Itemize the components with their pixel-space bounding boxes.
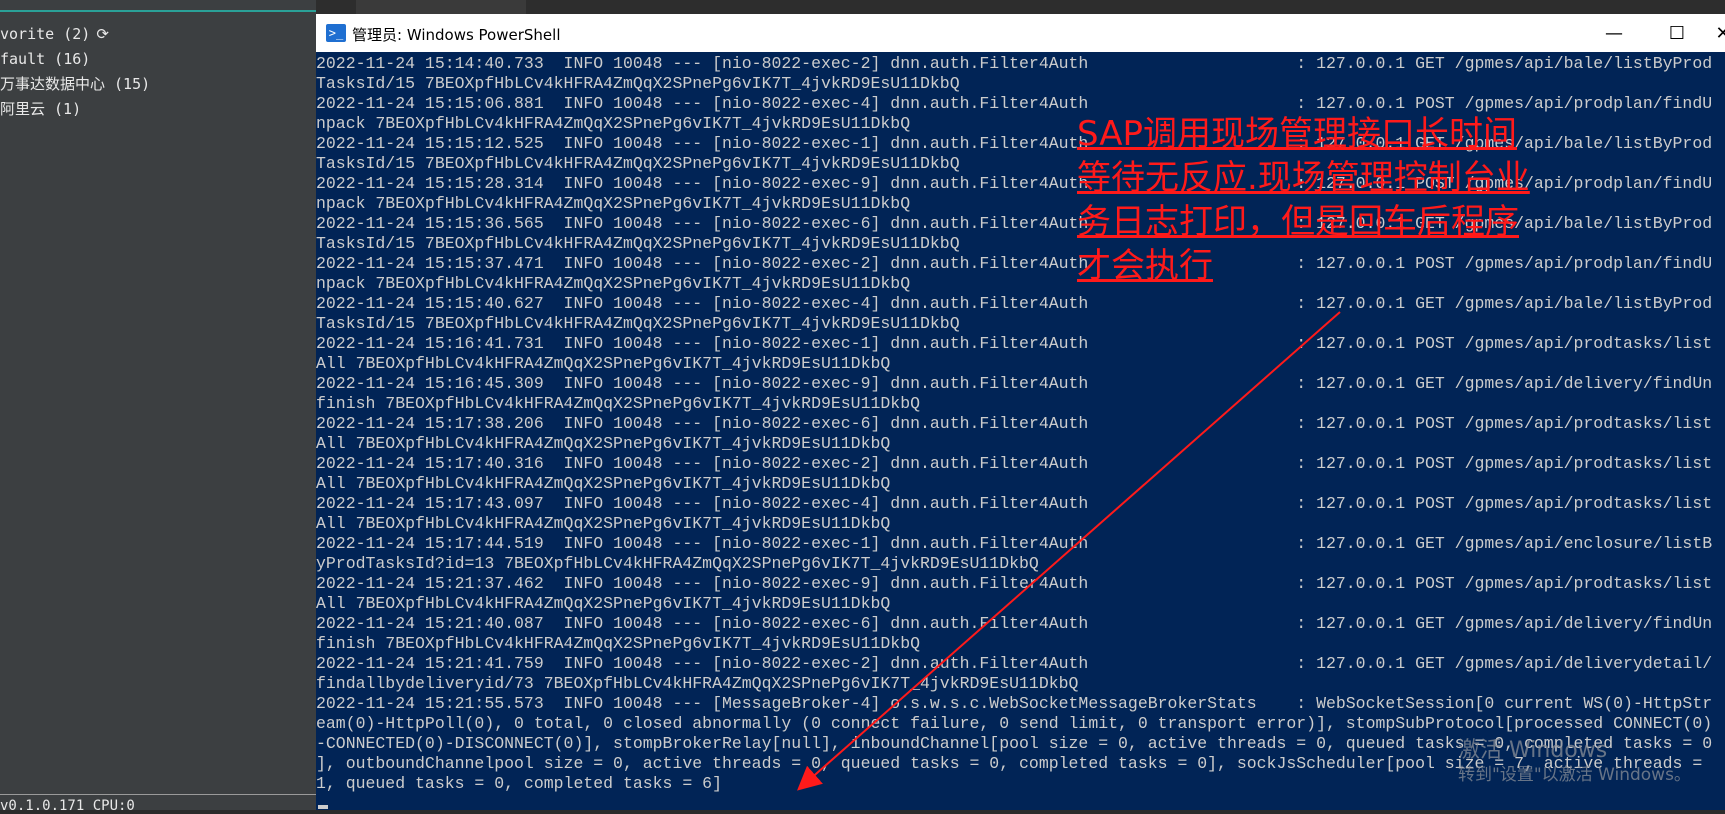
window-title: 管理员: Windows PowerShell xyxy=(352,26,561,44)
version-status: v0.1.0.171 CPU:0 xyxy=(0,798,135,814)
console-cursor xyxy=(318,805,328,809)
window-titlebar[interactable]: >_ 管理员: Windows PowerShell — ☐ ✕ xyxy=(316,14,1725,52)
console-line: TasksId/15 7BEOXpfHbLCv4kHFRA4ZmQqX2SPne… xyxy=(316,314,960,333)
sidebar-divider xyxy=(0,794,316,795)
sidebar-item-wanshida-datacenter[interactable]: 万事达数据中心 (15) xyxy=(0,72,150,97)
console-line: 2022-11-24 15:16:45.309 INFO 10048 --- [… xyxy=(316,374,1713,393)
console-line: 2022-11-24 15:16:41.731 INFO 10048 --- [… xyxy=(316,334,1713,353)
console-line: 2022-11-24 15:14:40.733 INFO 10048 --- [… xyxy=(316,54,1713,73)
sidebar-item-label: 万事达数据中心 (15) xyxy=(0,75,151,93)
maximize-button[interactable]: ☐ xyxy=(1649,14,1705,52)
console-line: All 7BEOXpfHbLCv4kHFRA4ZmQqX2SPnePg6vIK7… xyxy=(316,354,891,373)
sidebar-item-aliyun[interactable]: 阿里云 (1) xyxy=(0,97,150,122)
sidebar-item-label: vorite (2) xyxy=(0,25,91,43)
console-line: 2022-11-24 15:17:40.316 INFO 10048 --- [… xyxy=(316,454,1713,473)
red-annotation-text: SAP调用现场管理接口长时间等待无反应.现场管理控制台业务日志打印，但是回车后程… xyxy=(1077,114,1530,286)
sidebar-item-label: 阿里云 (1) xyxy=(0,100,82,118)
console-line: 2022-11-24 15:21:37.462 INFO 10048 --- [… xyxy=(316,574,1713,593)
connection-group-list: vorite (2) ⟳ fault (16) 万事达数据中心 (15) 阿里云 … xyxy=(0,22,150,122)
watermark-title: 激活 Windows xyxy=(1458,738,1608,763)
refresh-icon[interactable]: ⟳ xyxy=(96,22,109,47)
console-line: 2022-11-24 15:17:44.519 INFO 10048 --- [… xyxy=(316,534,1713,553)
sidebar-item-default[interactable]: fault (16) xyxy=(0,47,150,72)
console-line: findallbydeliveryid/73 7BEOXpfHbLCv4kHFR… xyxy=(316,674,1079,693)
console-line: eam(0)-HttpPoll(0), 0 total, 0 closed ab… xyxy=(316,714,1713,733)
console-line: All 7BEOXpfHbLCv4kHFRA4ZmQqX2SPnePg6vIK7… xyxy=(316,514,891,533)
background-app-strip xyxy=(316,0,1725,14)
console-line: 2022-11-24 15:15:06.881 INFO 10048 --- [… xyxy=(316,94,1713,113)
console-line: 2022-11-24 15:21:55.573 INFO 10048 --- [… xyxy=(316,694,1713,713)
close-button[interactable]: ✕ xyxy=(1708,14,1725,52)
background-tab[interactable] xyxy=(356,0,526,14)
console-line: 2022-11-24 15:21:41.759 INFO 10048 --- [… xyxy=(316,654,1713,673)
watermark-subtitle: 转到"设置"以激活 Windows。 xyxy=(1458,765,1691,785)
console-line: All 7BEOXpfHbLCv4kHFRA4ZmQqX2SPnePg6vIK7… xyxy=(316,594,891,613)
minimize-button[interactable]: — xyxy=(1586,14,1642,52)
sidebar-item-label: fault (16) xyxy=(0,50,91,68)
activate-windows-watermark: 激活 Windows 转到"设置"以激活 Windows。 xyxy=(1458,738,1691,786)
console-line: TasksId/15 7BEOXpfHbLCv4kHFRA4ZmQqX2SPne… xyxy=(316,74,960,93)
console-line: 2022-11-24 15:21:40.087 INFO 10048 --- [… xyxy=(316,614,1713,633)
console-line: All 7BEOXpfHbLCv4kHFRA4ZmQqX2SPnePg6vIK7… xyxy=(316,474,891,493)
connection-sidebar: vorite (2) ⟳ fault (16) 万事达数据中心 (15) 阿里云 … xyxy=(0,0,316,814)
console-line: 2022-11-24 15:15:40.627 INFO 10048 --- [… xyxy=(316,294,1713,313)
console-line: yProdTasksId?id=13 7BEOXpfHbLCv4kHFRA4Zm… xyxy=(316,554,1039,573)
sidebar-item-favorite[interactable]: vorite (2) ⟳ xyxy=(0,22,150,47)
console-line: All 7BEOXpfHbLCv4kHFRA4ZmQqX2SPnePg6vIK7… xyxy=(316,434,891,453)
sidebar-accent-line xyxy=(0,10,316,12)
console-line: finish 7BEOXpfHbLCv4kHFRA4ZmQqX2SPnePg6v… xyxy=(316,634,920,653)
powershell-icon: >_ xyxy=(326,24,346,42)
console-line: finish 7BEOXpfHbLCv4kHFRA4ZmQqX2SPnePg6v… xyxy=(316,394,920,413)
console-line: 2022-11-24 15:17:43.097 INFO 10048 --- [… xyxy=(316,494,1713,513)
console-line: 2022-11-24 15:17:38.206 INFO 10048 --- [… xyxy=(316,414,1713,433)
